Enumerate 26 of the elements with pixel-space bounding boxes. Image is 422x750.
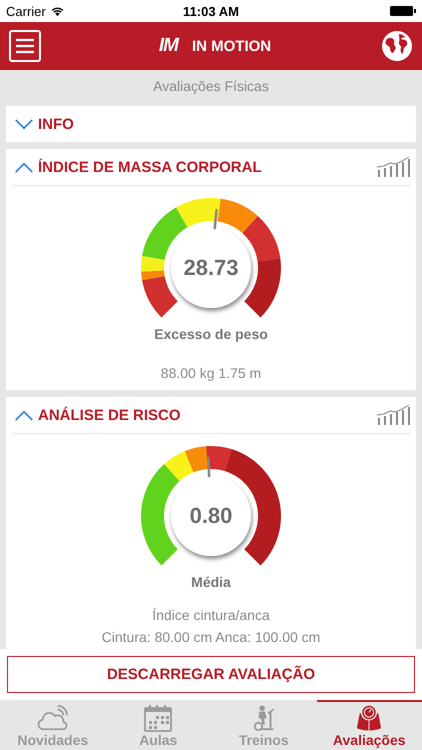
menu-icon[interactable] [9, 30, 41, 62]
globe-icon[interactable] [381, 30, 413, 62]
chart-icon[interactable] [376, 404, 410, 426]
scale-icon [356, 704, 382, 732]
cloud-icon [36, 704, 69, 732]
wifi-icon [50, 6, 65, 16]
page-subtitle: Avaliações Físicas [152, 77, 270, 96]
chart-icon[interactable] [376, 156, 410, 178]
measurement-text: Índice cintura/anca [151, 606, 271, 625]
gauge-value: 0.80 [188, 502, 234, 530]
calendar-icon [144, 704, 172, 732]
carrier-name: Carrier [6, 4, 46, 18]
tab-item[interactable]: Avaliações [316, 700, 422, 750]
gauge-value: 28.73 [182, 254, 240, 282]
section-header[interactable]: INFO [12, 116, 74, 132]
measurement-text: 88.00 kg 1.75 m [160, 364, 262, 383]
app-logo: IM [158, 35, 178, 57]
section-header[interactable]: ÍNDICE DE MASSA CORPORAL [12, 158, 262, 176]
section-header[interactable]: ANÁLISE DE RISCO [12, 406, 181, 424]
gauge-label: Excesso de peso [153, 326, 269, 342]
status-time: 11:03 AM [183, 4, 239, 18]
battery-icon [390, 6, 416, 16]
gauge-label: Média [190, 574, 232, 590]
download-button[interactable]: DESCARREGAR AVALIAÇÃO [7, 656, 415, 693]
measurement-text: Cintura: 80.00 cm Anca: 100.00 cm [100, 628, 322, 647]
app-title: IN MOTION [192, 38, 272, 54]
